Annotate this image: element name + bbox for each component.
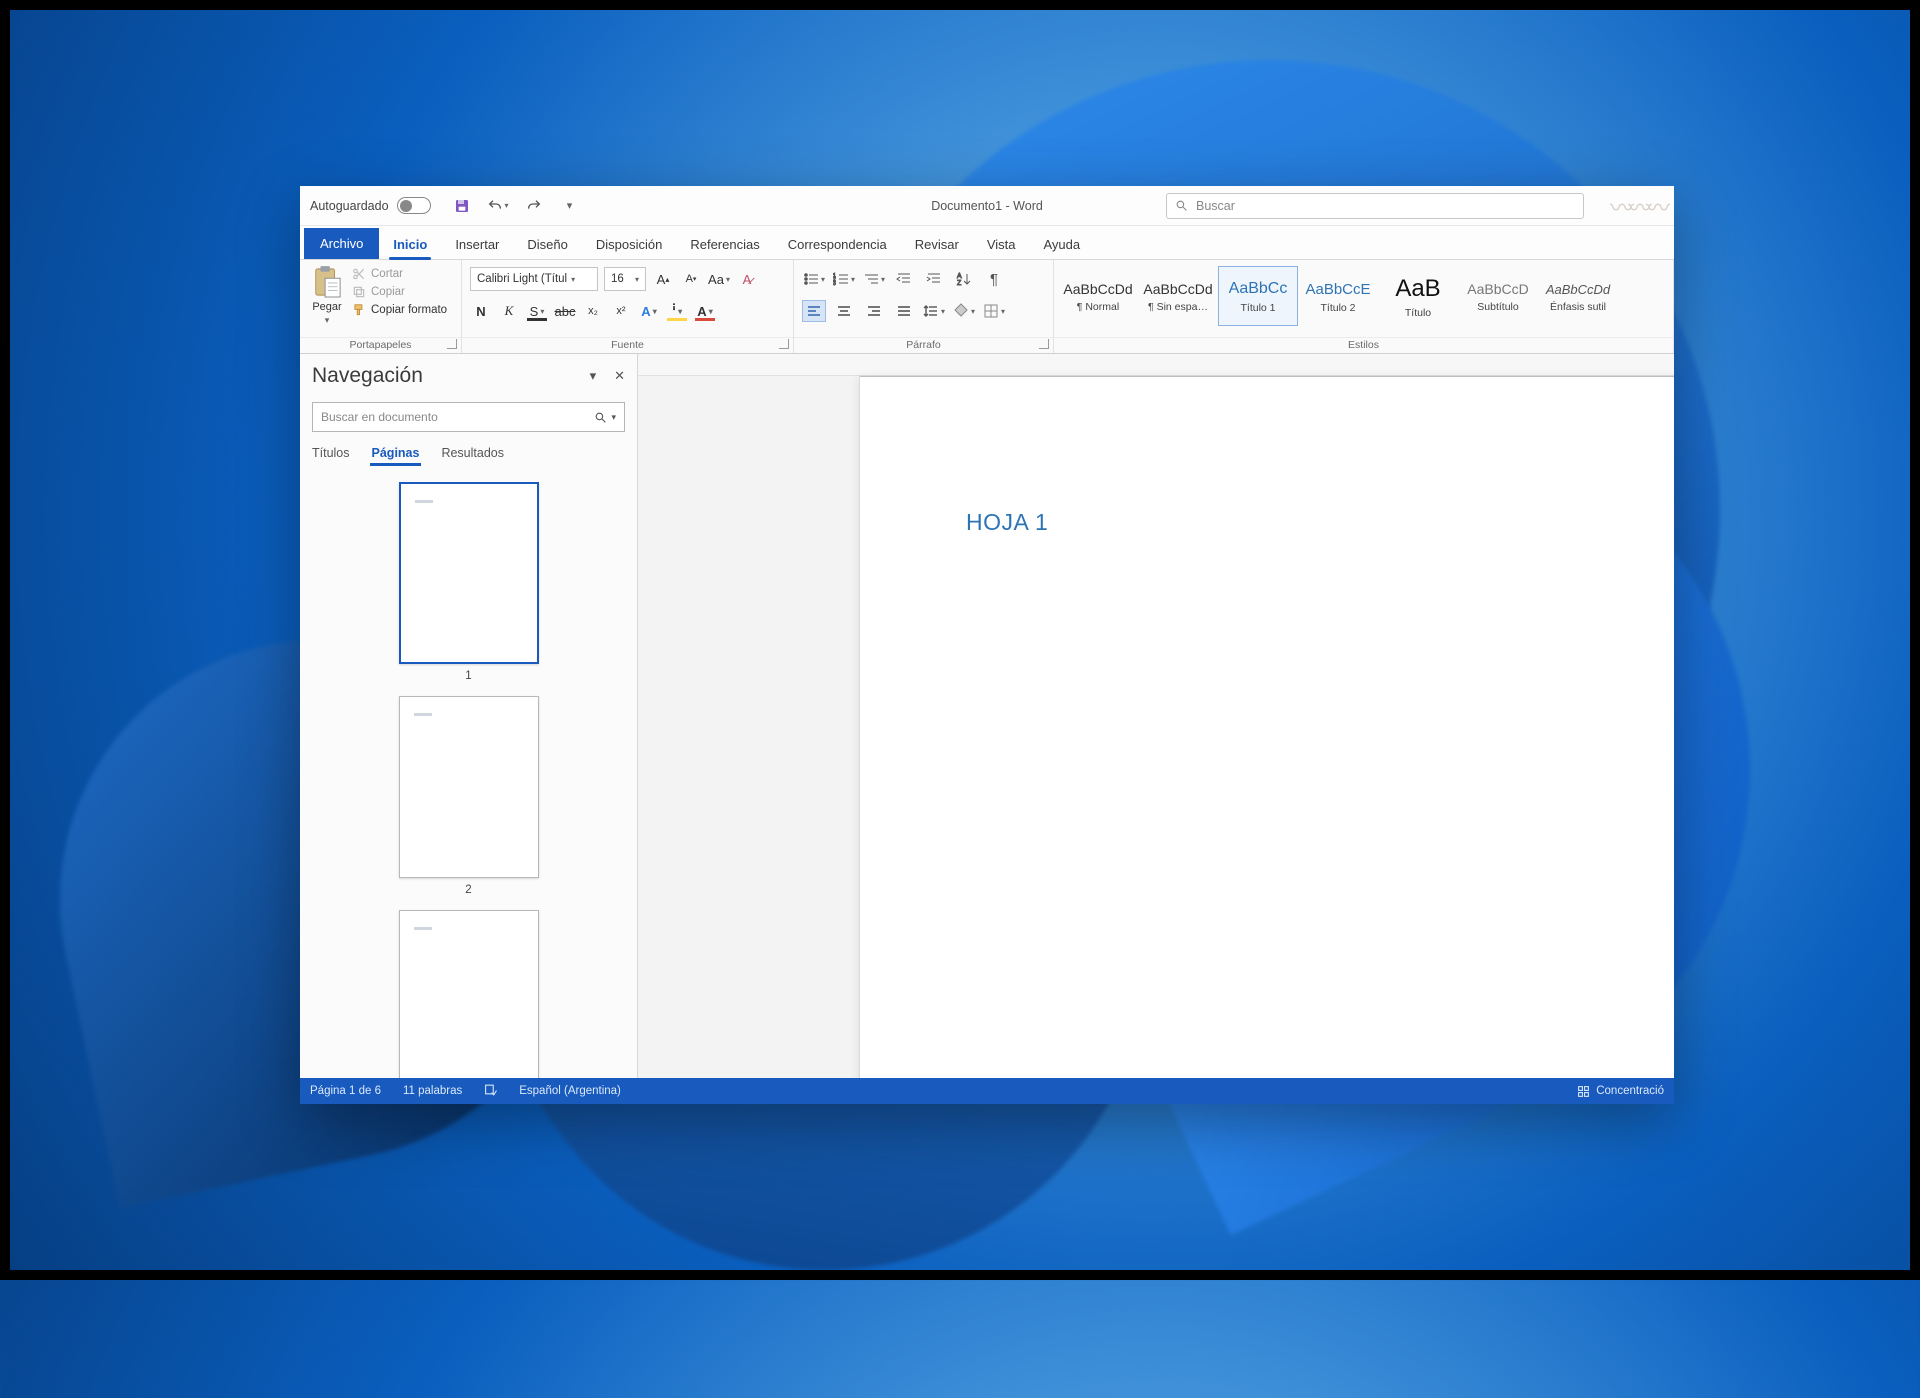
screenshot-border	[0, 0, 1920, 1280]
